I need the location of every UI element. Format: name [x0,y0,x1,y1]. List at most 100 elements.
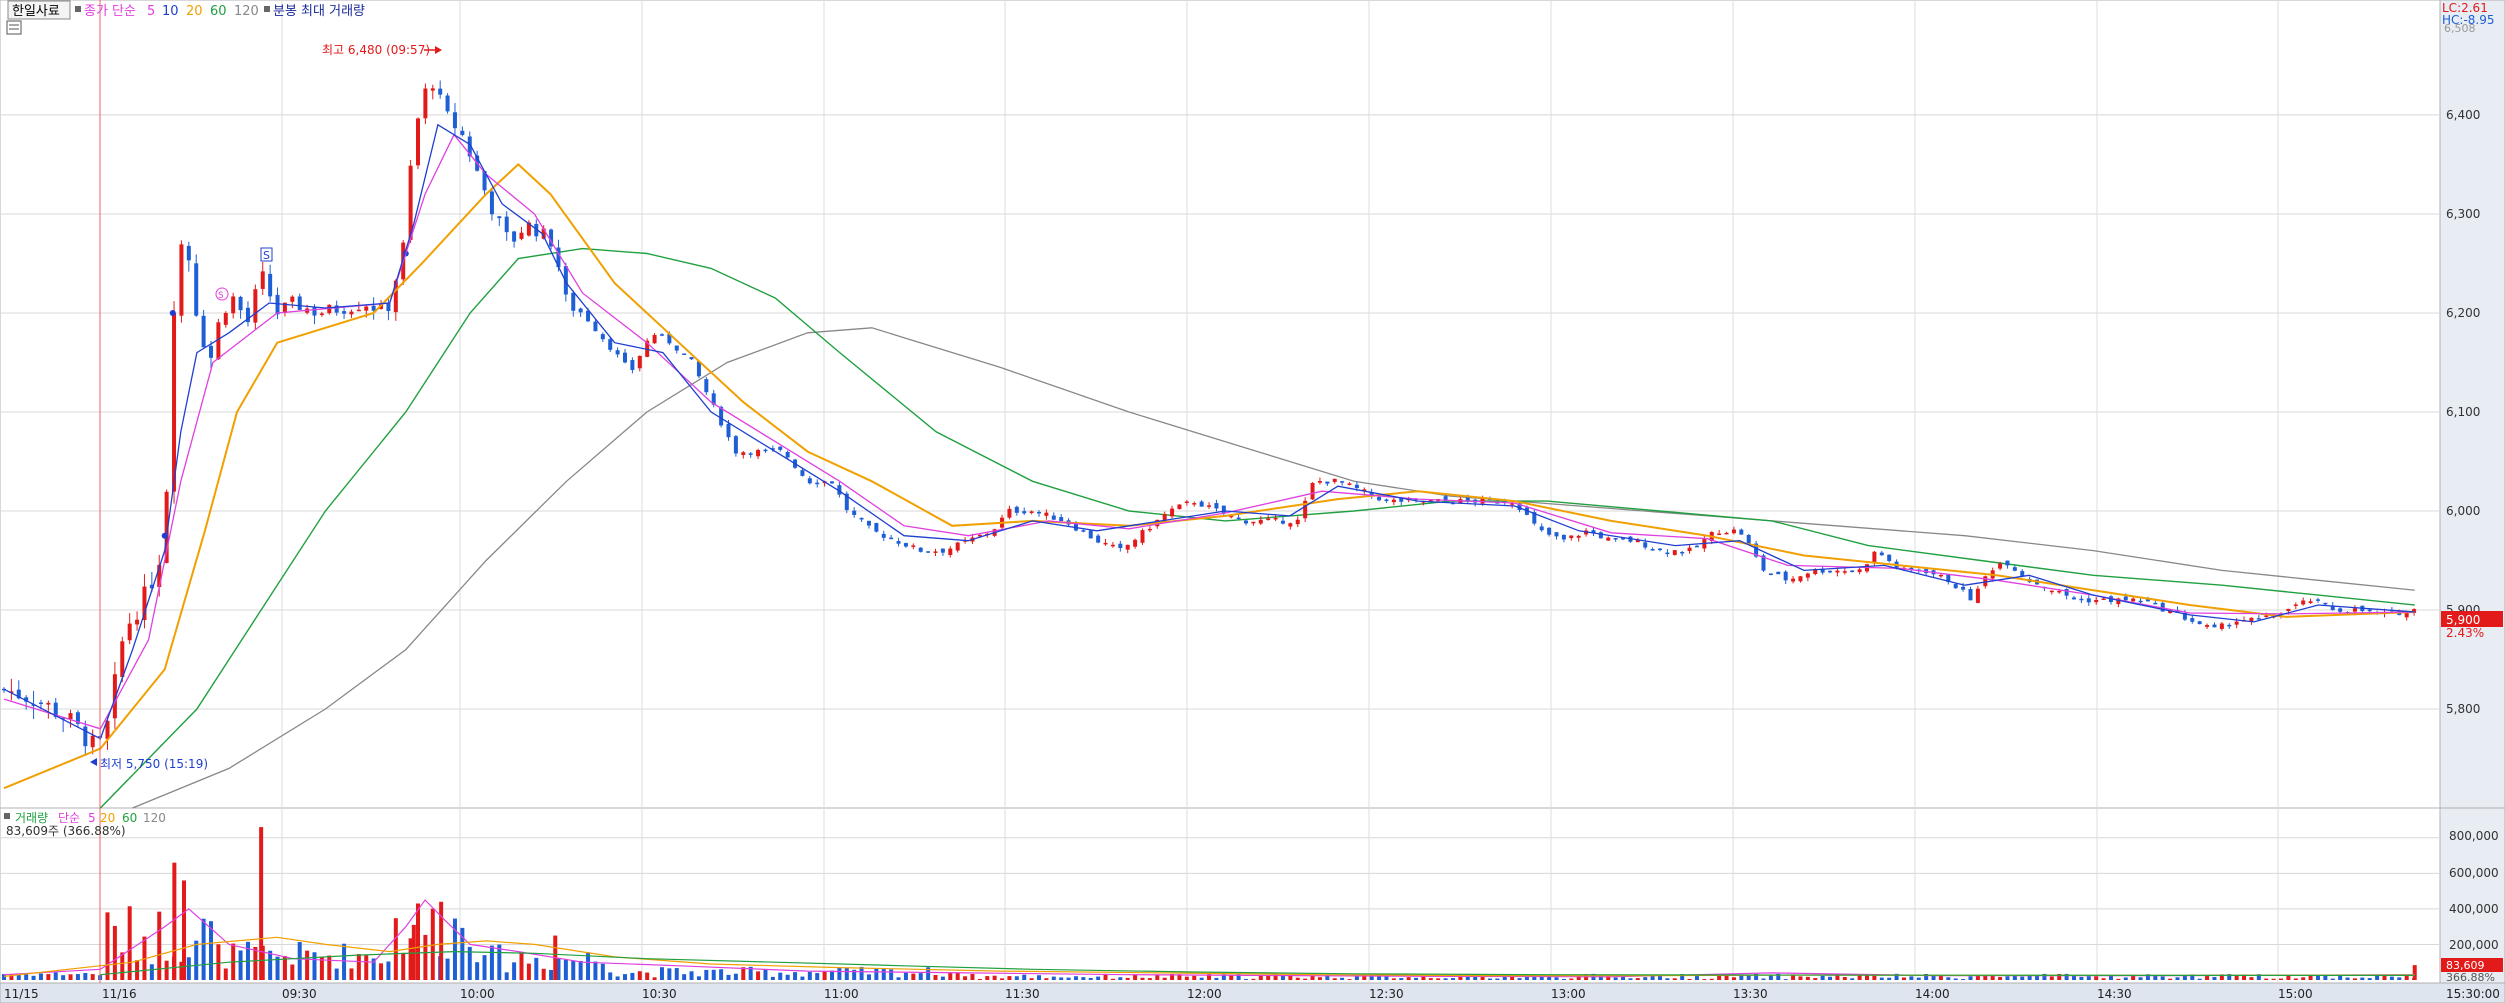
volume-bar [1820,975,1825,980]
high-annotation: 최고 6,480 (09:57) [322,43,430,57]
candle-body [874,523,879,532]
volume-bar [770,976,775,980]
settings-icon[interactable] [6,20,22,35]
candle-body [312,307,317,316]
volume-bar [1051,976,1056,980]
time-label: 10:30 [642,987,677,1001]
price-tick: 5,800 [2446,702,2480,716]
volume-bar [1635,978,1640,980]
volume-bar [201,918,206,980]
volume-bar [2168,978,2173,980]
volume-bar [401,952,406,980]
volume-bar [393,918,398,980]
candle-body [2064,588,2069,596]
candle-body [349,311,354,315]
volume-bar [866,974,871,980]
candle-body [2123,596,2128,601]
volume-bar [24,973,29,980]
volume-bar [1391,978,1396,980]
candle-body [1192,503,1197,505]
volume-bar [489,945,494,980]
volume-bar [992,975,997,980]
candle-body [689,357,694,360]
time-label: 09:30 [282,987,317,1001]
volume-bar [1887,977,1892,980]
volume-bar [578,960,583,980]
volume-tick: 600,000 [2449,866,2499,880]
volume-bar [1066,977,1071,980]
candle-body [1140,530,1145,543]
volume-bar [1805,976,1810,980]
volume-bar [1628,978,1633,980]
volume-bar [1081,977,1086,980]
volume-bar [704,969,709,980]
candle-body [1244,520,1249,524]
volume-bar [1613,977,1618,980]
volume-bar [1266,975,1271,980]
volume-bar [1561,979,1566,980]
signal-dot [169,309,176,316]
volume-bar [1672,978,1677,980]
candle-body [859,517,864,520]
candle-body [2264,615,2269,618]
candle-body [2301,600,2306,605]
candle-body [1044,512,1049,516]
candle-body [268,273,273,297]
volume-bar [1495,978,1500,980]
candle-body [172,313,177,492]
candle-body [2086,598,2091,603]
candle-body [2005,560,2010,566]
candle-body [1857,569,1862,573]
volume-bar [2212,977,2217,980]
volume-bar [711,969,716,980]
volume-bar [1162,977,1167,980]
candle-body [1554,532,1559,537]
volume-bar [1303,978,1308,980]
volume-ma-120: 120 [143,811,166,825]
candle-body [1280,520,1285,524]
candle-body [674,345,679,351]
candle-body [1037,511,1042,514]
volume-bar [164,960,169,980]
candle-body [497,216,502,219]
candle-body [1207,505,1212,507]
candle-body [756,450,761,457]
volume-bar [918,973,923,980]
candle-body [682,353,687,355]
volume-bar [1798,976,1803,980]
volume-bar [985,976,990,980]
candle-body [1266,518,1271,520]
volume-bar [800,976,805,980]
volume-bar [2412,965,2417,980]
volume-bar [1414,977,1419,980]
candle-body [1569,535,1574,539]
volume-bar [593,961,598,980]
candle-body [253,289,258,323]
candle-body [1961,586,1966,590]
volume-bar [1332,978,1337,980]
volume-bar [2404,975,2409,980]
volume-bar [53,972,58,980]
candle-body [600,334,605,340]
volume-bar [319,957,324,980]
volume-bar [2397,977,2402,980]
volume-bar [1118,977,1123,980]
volume-bar [889,969,894,980]
volume-bar [1406,977,1411,980]
signal-marker-text: S [263,249,270,262]
volume-bar [1037,975,1042,980]
volume-bar [2293,978,2298,980]
candle-body [1251,521,1256,524]
volume-bar [105,912,110,980]
candle-body [615,350,620,355]
candle-body [371,305,376,311]
volume-bar [430,908,435,980]
volume-bar [1731,977,1736,980]
candle-body [1103,542,1108,545]
volume-bar [1968,976,1973,980]
candle-body [2205,624,2210,627]
volume-bar [940,976,945,980]
candle-body [2293,604,2298,607]
volume-bar [1872,975,1877,980]
candle-body [1170,508,1175,517]
